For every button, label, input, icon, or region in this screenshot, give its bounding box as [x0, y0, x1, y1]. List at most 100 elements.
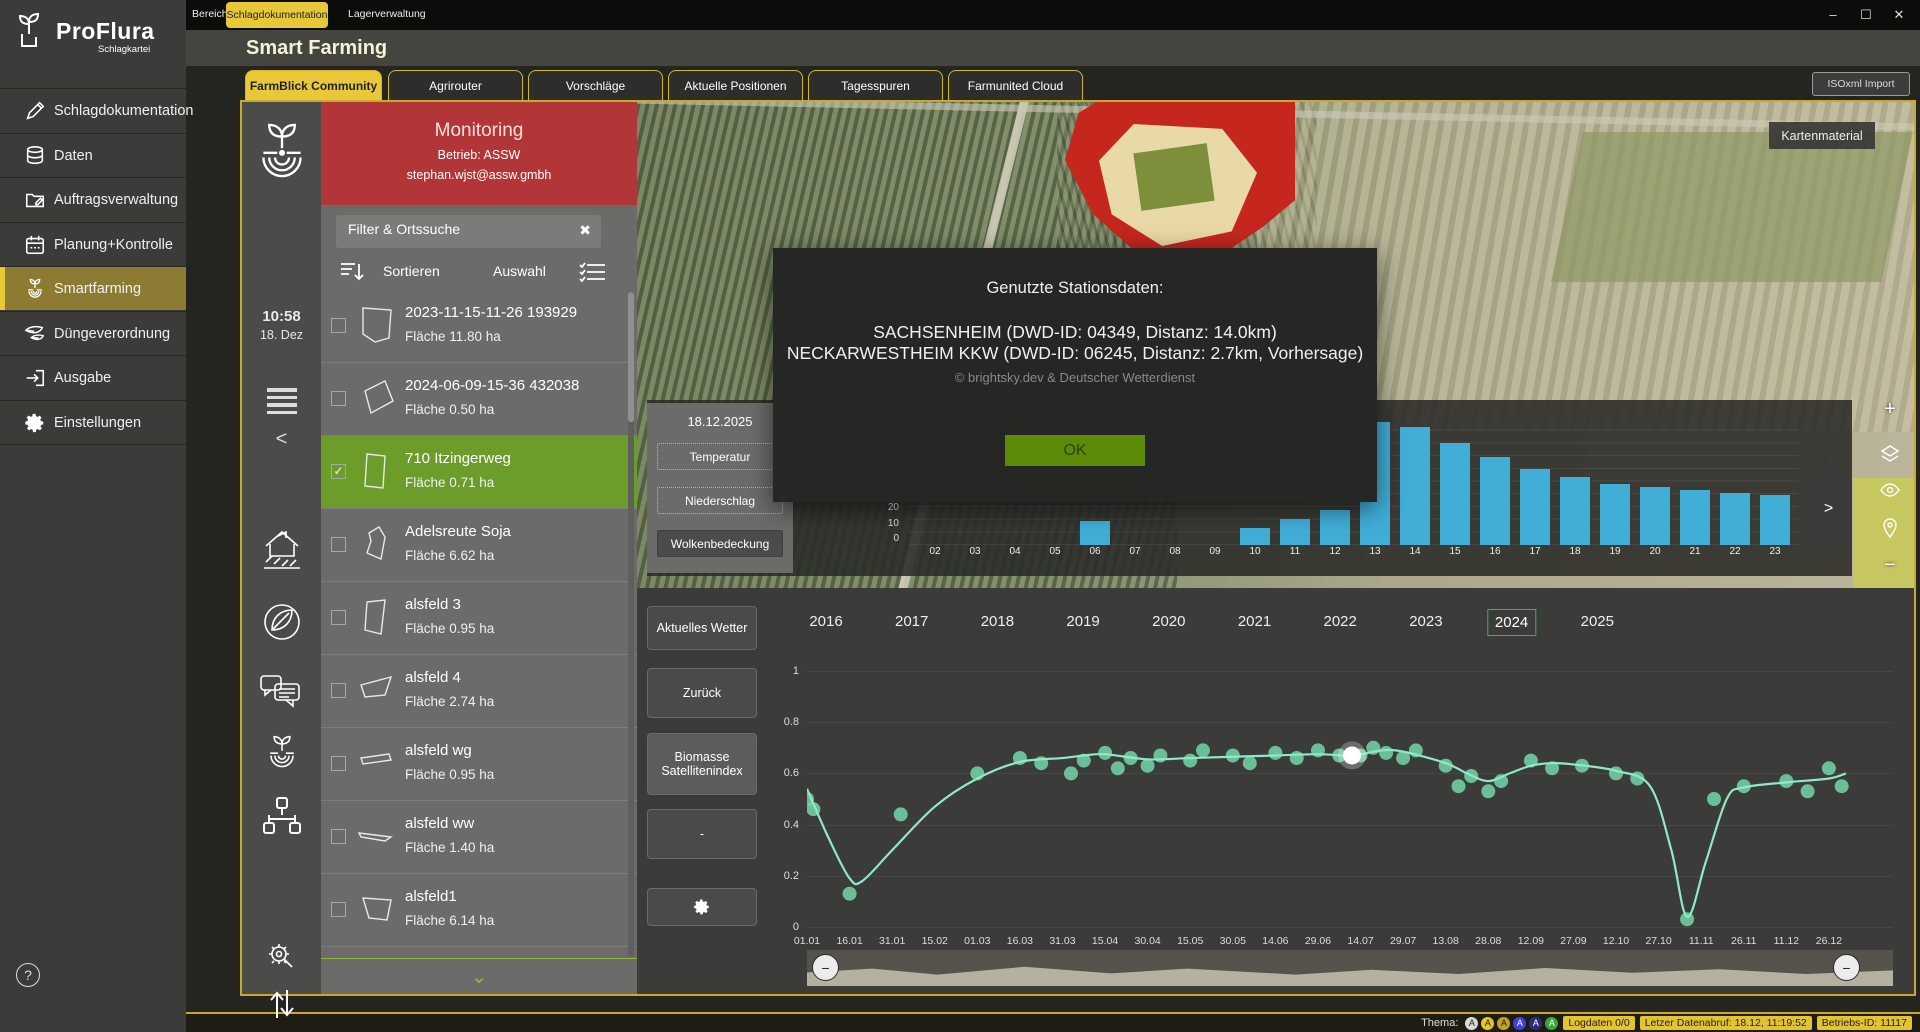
field-checkbox[interactable]: [331, 683, 346, 698]
field-checkbox[interactable]: ✓: [331, 464, 346, 479]
kartenmaterial-button[interactable]: Kartenmaterial: [1769, 122, 1875, 149]
search-clear-icon[interactable]: ✖: [579, 222, 591, 239]
tab-farmunited-cloud[interactable]: Farmunited Cloud: [948, 70, 1083, 100]
map-pin-icon[interactable]: [1878, 518, 1902, 543]
ndvi-dot[interactable]: [1183, 754, 1197, 768]
checklist-icon[interactable]: [579, 260, 607, 287]
ndvi-dot[interactable]: [843, 887, 857, 901]
hierarchy-icon[interactable]: [242, 795, 321, 837]
timeline-minimap[interactable]: [807, 950, 1893, 986]
ndvi-highlight-dot[interactable]: [1343, 746, 1361, 764]
zurueck-button[interactable]: Zurück: [647, 668, 757, 718]
ndvi-chart[interactable]: [807, 671, 1893, 927]
year-2017[interactable]: 2017: [888, 609, 935, 634]
sidebar-item-auftragsverwaltung[interactable]: Auftragsverwaltung: [0, 177, 186, 221]
temperatur-button[interactable]: Temperatur: [657, 443, 783, 470]
tab-aktuelle-positionen[interactable]: Aktuelle Positionen: [668, 70, 803, 100]
maximize-button[interactable]: ☐: [1855, 7, 1877, 23]
window-tab-lagerverwaltung[interactable]: Lagerverwaltung: [348, 8, 426, 20]
field-checkbox[interactable]: [331, 391, 346, 406]
field-list-item[interactable]: alsfeld wwFläche 1.40 ha: [321, 801, 637, 874]
sidebar-item-schlagdokumentation[interactable]: Schlagdokumentation: [0, 88, 186, 132]
ndvi-dot[interactable]: [1801, 784, 1815, 798]
sort-updown-icon[interactable]: [242, 984, 321, 1024]
sort-icon[interactable]: [339, 260, 365, 287]
field-list-item[interactable]: Adelsreute SojaFläche 6.62 ha: [321, 509, 637, 582]
minus-button[interactable]: -: [647, 809, 757, 859]
theme-color-button[interactable]: A: [1465, 1017, 1478, 1030]
year-2018[interactable]: 2018: [974, 609, 1021, 634]
field-checkbox[interactable]: [331, 829, 346, 844]
menu-hamburger-icon[interactable]: [242, 384, 321, 418]
plant-monitor-icon[interactable]: [242, 732, 321, 776]
ndvi-dot[interactable]: [1822, 761, 1836, 775]
ndvi-dot[interactable]: [1098, 746, 1112, 760]
minimap-left-handle[interactable]: −: [812, 954, 839, 981]
list-expander-chevron[interactable]: ⌄: [321, 958, 637, 994]
ndvi-dot[interactable]: [1835, 779, 1849, 793]
sortieren-label[interactable]: Sortieren: [383, 263, 440, 279]
minimize-button[interactable]: –: [1822, 7, 1844, 22]
ndvi-dot[interactable]: [1707, 792, 1721, 806]
ndvi-dot[interactable]: [1268, 746, 1282, 760]
field-checkbox[interactable]: [331, 537, 346, 552]
theme-color-button[interactable]: A: [1513, 1017, 1526, 1030]
tab-tagesspuren[interactable]: Tagesspuren: [808, 70, 943, 100]
ndvi-dot[interactable]: [1481, 784, 1495, 798]
ndvi-dot[interactable]: [1196, 743, 1210, 757]
year-2023[interactable]: 2023: [1402, 609, 1449, 634]
field-list-item[interactable]: 2023-11-15-11-26 193929Fläche 11.80 ha: [321, 290, 637, 363]
ndvi-dot[interactable]: [894, 807, 908, 821]
year-2020[interactable]: 2020: [1145, 609, 1192, 634]
wolkenbedeckung-button[interactable]: Wolkenbedeckung: [657, 530, 783, 557]
search-input[interactable]: [348, 221, 563, 237]
ndvi-dot[interactable]: [1064, 766, 1078, 780]
sidebar-item-ausgabe[interactable]: Ausgabe: [0, 355, 186, 399]
ndvi-dot[interactable]: [1226, 749, 1240, 763]
ndvi-dot[interactable]: [1452, 779, 1466, 793]
year-2016[interactable]: 2016: [802, 609, 849, 634]
ndvi-dot[interactable]: [1379, 746, 1393, 760]
ndvi-dot[interactable]: [1680, 912, 1694, 926]
logdaten-badge[interactable]: Logdaten 0/0: [1563, 1016, 1634, 1030]
tab-vorschlaege[interactable]: Vorschläge: [528, 70, 663, 100]
tab-farmblick-community[interactable]: FarmBlick Community: [245, 70, 382, 100]
tab-agrirouter[interactable]: Agrirouter: [388, 70, 523, 100]
map-zoom-in-button[interactable]: +: [1878, 398, 1902, 421]
window-tab-bereich[interactable]: Bereich: [192, 8, 228, 20]
ndvi-dot[interactable]: [1243, 756, 1257, 770]
field-checkbox[interactable]: [331, 318, 346, 333]
map-zoom-out-button[interactable]: −: [1878, 554, 1902, 577]
sidebar-item-daten[interactable]: Daten: [0, 133, 186, 177]
theme-color-button[interactable]: A: [1497, 1017, 1510, 1030]
year-2025[interactable]: 2025: [1574, 609, 1621, 634]
ndvi-dot[interactable]: [1141, 759, 1155, 773]
list-scroll-thumb[interactable]: [628, 292, 634, 422]
close-button[interactable]: ✕: [1888, 7, 1910, 23]
theme-color-button[interactable]: A: [1481, 1017, 1494, 1030]
search-settings-icon[interactable]: [242, 940, 321, 976]
farm-house-icon[interactable]: [242, 522, 321, 570]
field-list-item[interactable]: ✓710 ItzingerwegFläche 0.71 ha: [321, 436, 637, 509]
field-list-item[interactable]: alsfeld wgFläche 0.95 ha: [321, 728, 637, 801]
map-layers-icon[interactable]: [1878, 444, 1902, 469]
map-visibility-icon[interactable]: [1878, 482, 1902, 503]
aktuelles-wetter-button[interactable]: Aktuelles Wetter: [647, 606, 757, 650]
field-checkbox[interactable]: [331, 902, 346, 917]
isoxml-import-button[interactable]: ISOxml Import: [1812, 72, 1910, 96]
year-2021[interactable]: 2021: [1231, 609, 1278, 634]
ndvi-dot[interactable]: [1290, 751, 1304, 765]
field-checkbox[interactable]: [331, 756, 346, 771]
sidebar-item-duengeverordnung[interactable]: Düngeverordnung: [0, 311, 186, 355]
field-list-item[interactable]: alsfeld 3Fläche 0.95 ha: [321, 582, 637, 655]
field-list-item[interactable]: alsfeld 4Fläche 2.74 ha: [321, 655, 637, 728]
field-list-item[interactable]: 2024-06-09-15-36 432038Fläche 0.50 ha: [321, 363, 637, 436]
minimap-right-handle[interactable]: −: [1833, 954, 1860, 981]
year-2019[interactable]: 2019: [1059, 609, 1106, 634]
niederschlag-button[interactable]: Niederschlag: [657, 487, 783, 514]
chat-icon[interactable]: [242, 672, 321, 714]
help-button[interactable]: ?: [16, 963, 40, 987]
leaf-icon[interactable]: [242, 600, 321, 644]
auswahl-label[interactable]: Auswahl: [493, 263, 546, 279]
ndvi-dot[interactable]: [1609, 766, 1623, 780]
